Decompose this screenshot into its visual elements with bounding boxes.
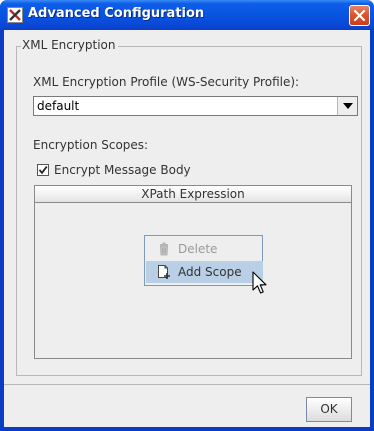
profile-dropdown[interactable]: default bbox=[33, 96, 358, 116]
group-title: XML Encryption bbox=[21, 38, 118, 52]
column-header-xpath[interactable]: XPath Expression bbox=[35, 186, 351, 203]
trash-icon bbox=[156, 241, 172, 257]
profile-dropdown-value: default bbox=[37, 99, 80, 113]
encrypt-body-label[interactable]: Encrypt Message Body bbox=[54, 163, 191, 177]
footer-divider bbox=[4, 384, 370, 385]
chevron-down-icon bbox=[342, 103, 353, 109]
encrypt-body-checkbox[interactable] bbox=[37, 164, 49, 176]
dropdown-arrow-button[interactable] bbox=[337, 97, 357, 115]
checkmark-icon bbox=[38, 165, 48, 175]
app-logo-icon bbox=[7, 7, 23, 23]
menu-item-delete-label: Delete bbox=[178, 242, 218, 256]
close-icon bbox=[353, 9, 366, 22]
title-bar[interactable]: Advanced Configuration bbox=[0, 0, 374, 30]
menu-item-delete[interactable]: Delete bbox=[146, 238, 263, 260]
add-document-icon bbox=[156, 264, 172, 280]
window-title: Advanced Configuration bbox=[28, 6, 205, 21]
ok-button[interactable]: OK bbox=[306, 397, 352, 422]
mouse-pointer-icon bbox=[252, 271, 270, 297]
profile-label: XML Encryption Profile (WS-Security Prof… bbox=[33, 75, 300, 89]
scopes-label: Encryption Scopes: bbox=[33, 138, 149, 152]
menu-item-add-scope[interactable]: Add Scope bbox=[146, 261, 263, 283]
close-button[interactable] bbox=[349, 5, 370, 26]
menu-item-add-scope-label: Add Scope bbox=[178, 265, 242, 279]
context-menu: Delete Add Scope bbox=[144, 235, 263, 286]
